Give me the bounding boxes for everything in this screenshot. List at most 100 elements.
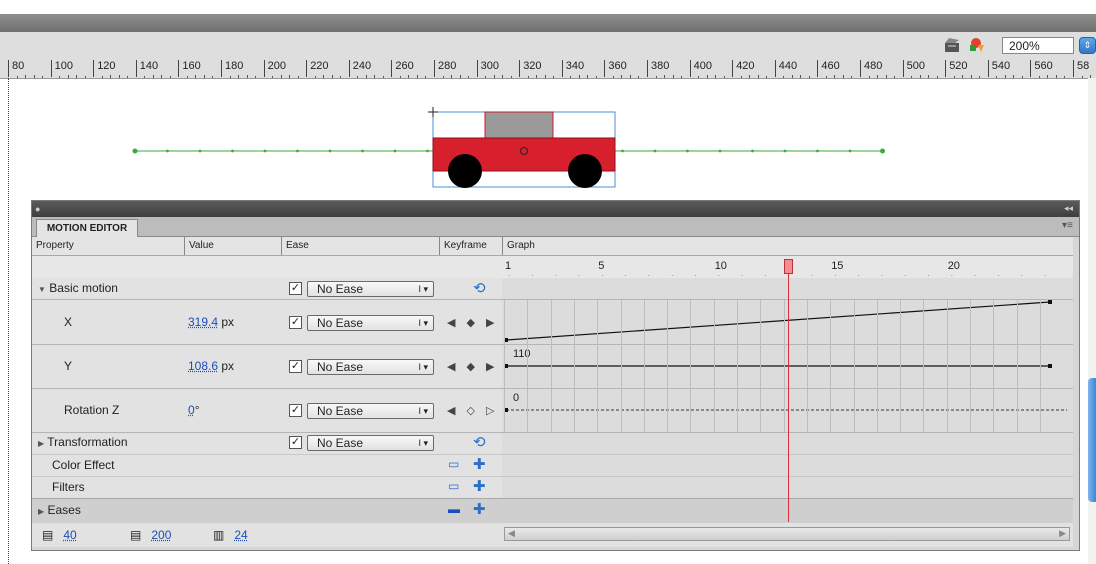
graph-gridline — [923, 300, 924, 432]
graph-gridline — [877, 300, 878, 432]
ruler-label: 460 — [817, 60, 839, 77]
graph-gridline — [574, 300, 575, 432]
graph-gridline — [551, 300, 552, 432]
y-keyframe-end — [1048, 364, 1052, 368]
panel-menu-icon[interactable]: ▾≡ — [1062, 221, 1074, 231]
car-front-wheel — [448, 154, 482, 188]
expand-triangle-icon[interactable]: ▼ — [38, 285, 46, 294]
motion-editor-panel: ● ◂◂ MOTION EDITOR ▾≡ Property Value Eas… — [31, 200, 1080, 551]
tab-motion-editor[interactable]: MOTION EDITOR — [36, 219, 138, 237]
expanded-graph-size-control[interactable]: ▤ 200 — [130, 528, 171, 542]
ease-checkbox-y[interactable]: ✓ — [289, 360, 302, 373]
ruler-label: 280 — [434, 60, 456, 77]
ruler-label: 200 — [264, 60, 286, 77]
panel-tabbar — [32, 217, 1079, 237]
document-title-bar — [0, 14, 1096, 32]
frame-tick: . — [625, 269, 627, 278]
ruler-label: 360 — [604, 60, 626, 77]
frame-tick: . — [811, 269, 813, 278]
motion-path-dot — [849, 150, 852, 153]
motion-path-dot — [654, 150, 657, 153]
graph-gridline — [970, 300, 971, 432]
keyframe-nav-rotation-z[interactable]: ◀ ◇ ▷ — [447, 404, 499, 417]
y-value[interactable]: 108.6 px — [188, 359, 234, 373]
graph-gridline — [714, 300, 715, 432]
playhead-handle[interactable] — [784, 259, 793, 274]
graph-horizontal-scrollbar[interactable]: ◀ ▶ — [504, 527, 1070, 541]
graph-size-control[interactable]: ▤ 40 — [42, 528, 77, 542]
motion-path-dot — [621, 150, 624, 153]
ruler-label: 240 — [349, 60, 371, 77]
graph-gridline — [737, 300, 738, 432]
frame-tick: . — [718, 269, 720, 278]
graph-gridline — [667, 300, 668, 432]
car-symbol — [433, 112, 615, 188]
add-ease-icon[interactable]: ✚ — [473, 500, 486, 518]
edit-bar — [0, 32, 1096, 58]
collapse-icon[interactable]: ◂◂ — [1064, 203, 1073, 214]
ease-checkbox-x[interactable]: ✓ — [289, 316, 302, 329]
ease-checkbox-basic-motion[interactable]: ✓ — [289, 282, 302, 295]
remove-filter-icon[interactable]: ▭ — [448, 479, 459, 493]
graph-gridline — [527, 300, 528, 432]
rotation-z-value[interactable]: 0° — [188, 403, 200, 417]
top-margin — [0, 0, 1096, 14]
ease-checkbox-rotation-z[interactable]: ✓ — [289, 404, 302, 417]
ease-dropdown-rotation-z[interactable]: No Ease I ▾ — [307, 403, 434, 419]
zoom-stepper[interactable]: ⇕ — [1079, 37, 1096, 54]
ruler-label: 560 — [1030, 60, 1052, 77]
reset-values-icon[interactable]: ⟲ — [473, 433, 486, 451]
keyframe-nav-y[interactable]: ◀ ◆ ▶ — [447, 360, 499, 373]
expand-triangle-icon[interactable]: ▶ — [38, 507, 44, 516]
basic-motion-row[interactable]: ▼ Basic motion — [38, 281, 118, 295]
ease-checkbox-transformation[interactable]: ✓ — [289, 436, 302, 449]
ruler-label: 380 — [647, 60, 669, 77]
frame-tick: . — [927, 269, 929, 278]
motion-path-dot — [394, 150, 397, 153]
zoom-input[interactable]: 200% — [1002, 37, 1074, 54]
keyframe-nav-x[interactable]: ◀ ◆ ▶ — [447, 316, 499, 329]
motion-path-dot — [329, 150, 332, 153]
transformation-row[interactable]: ▶ Transformation — [38, 435, 128, 449]
remove-ease-icon[interactable]: ▬ — [448, 502, 460, 516]
ruler-label: 480 — [860, 60, 882, 77]
eases-row[interactable]: ▶ Eases — [38, 503, 81, 517]
y-row-label: Y — [64, 359, 72, 373]
ease-dropdown-basic-motion[interactable]: No Ease I ▾ — [307, 281, 434, 297]
frame-tick: . — [951, 269, 953, 278]
ruler-label: 180 — [221, 60, 243, 77]
stage-scroll-thumb[interactable] — [1088, 378, 1096, 502]
ruler-label: 120 — [93, 60, 115, 77]
add-color-effect-icon[interactable]: ✚ — [473, 455, 486, 473]
ease-dropdown-y[interactable]: No Ease I ▾ — [307, 359, 434, 375]
edit-scene-icon[interactable] — [943, 37, 961, 53]
expand-triangle-icon[interactable]: ▶ — [38, 439, 44, 448]
scroll-left-icon: ◀ — [508, 528, 515, 539]
ruler-label: 300 — [477, 60, 499, 77]
x-curve — [506, 302, 1050, 340]
frame-tick: . — [858, 269, 860, 278]
motion-path-dot — [166, 150, 169, 153]
ease-dropdown-transformation[interactable]: No Ease I ▾ — [307, 435, 434, 451]
ruler-label: 540 — [988, 60, 1010, 77]
add-filter-icon[interactable]: ✚ — [473, 477, 486, 495]
ruler-label: 160 — [178, 60, 200, 77]
reset-values-icon[interactable]: ⟲ — [473, 279, 486, 297]
graph-gridline — [900, 300, 901, 432]
playhead-line — [788, 274, 789, 522]
motion-path-dot — [361, 150, 364, 153]
frame-tick: . — [881, 269, 883, 278]
ease-dropdown-x[interactable]: No Ease I ▾ — [307, 315, 434, 331]
remove-color-icon[interactable]: ▭ — [448, 457, 459, 471]
motion-path-dot — [296, 150, 299, 153]
expanded-graph-size-icon: ▤ — [130, 528, 141, 542]
motion-path-dot — [719, 150, 722, 153]
x-keyframe-end — [1048, 300, 1052, 304]
graph-gridline — [784, 300, 785, 432]
panel-grip-icon[interactable]: ● — [35, 204, 40, 214]
x-value[interactable]: 319.4 px — [188, 315, 234, 329]
edit-symbol-icon[interactable] — [967, 37, 985, 53]
viewable-frames-control[interactable]: ▥ 24 — [213, 528, 248, 542]
graph-gridline — [1040, 300, 1041, 432]
motion-path-dot — [426, 150, 429, 153]
